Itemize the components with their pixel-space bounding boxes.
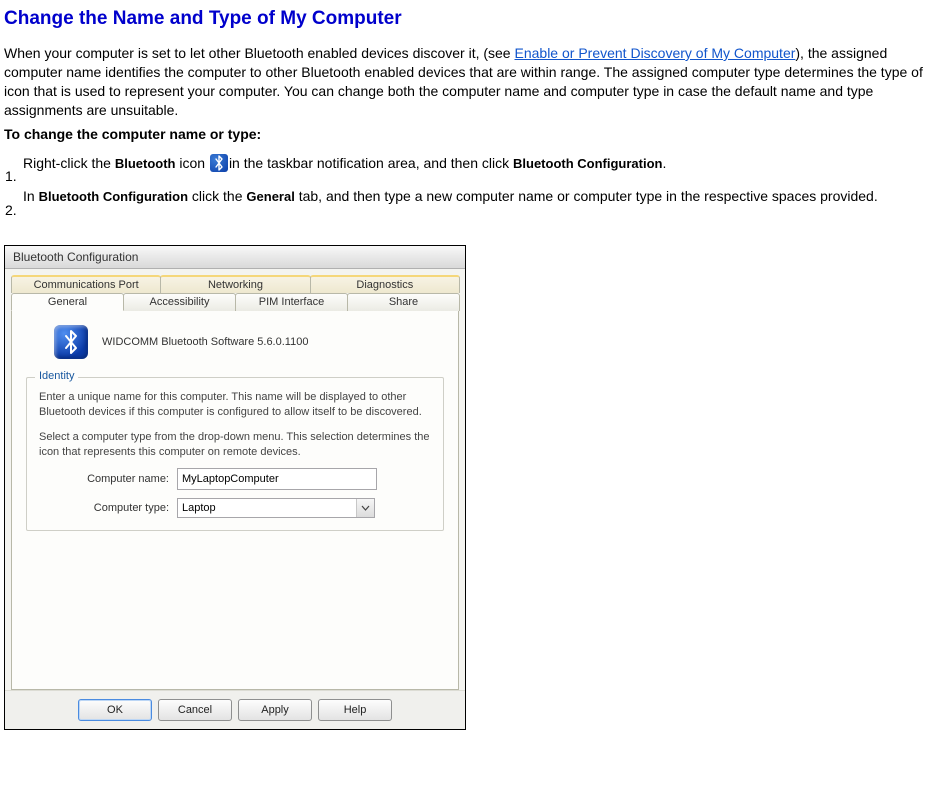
step-text: icon — [175, 155, 208, 171]
step-text: tab, and then type a new computer name o… — [295, 188, 878, 204]
apply-button[interactable]: Apply — [238, 699, 312, 721]
cancel-button[interactable]: Cancel — [158, 699, 232, 721]
general-tab-panel: WIDCOMM Bluetooth Software 5.6.0.1100 Id… — [11, 311, 459, 690]
identity-help-2: Select a computer type from the drop-dow… — [39, 430, 431, 460]
step-text: click the — [188, 188, 246, 204]
tab-networking[interactable]: Networking — [160, 275, 310, 293]
software-version-label: WIDCOMM Bluetooth Software 5.6.0.1100 — [102, 336, 308, 348]
identity-legend: Identity — [35, 370, 78, 382]
tab-communications-port[interactable]: Communications Port — [11, 275, 161, 293]
tab-share[interactable]: Share — [347, 293, 460, 311]
step-1-text: Right-click the Bluetooth icon in the ta… — [22, 152, 941, 186]
ok-button[interactable]: OK — [78, 699, 152, 721]
help-button[interactable]: Help — [318, 699, 392, 721]
step-2-text: In Bluetooth Configuration click the Gen… — [22, 185, 941, 219]
step-text: In — [23, 188, 39, 204]
tab-pim-interface[interactable]: PIM Interface — [235, 293, 348, 311]
bluetooth-configuration-label: Bluetooth Configuration — [513, 156, 662, 171]
tab-general[interactable]: General — [11, 293, 124, 311]
computer-type-value: Laptop — [182, 502, 216, 514]
intro-text-before: When your computer is set to let other B… — [4, 45, 515, 61]
computer-type-label: Computer type: — [39, 502, 169, 514]
step-number: 2. — [4, 185, 22, 219]
tab-diagnostics[interactable]: Diagnostics — [310, 275, 460, 293]
step-text: in the taskbar notification area, and th… — [229, 155, 513, 171]
dialog-button-bar: OK Cancel Apply Help — [5, 690, 465, 729]
bluetooth-configuration-label: Bluetooth Configuration — [39, 189, 188, 204]
step-text: . — [662, 155, 666, 171]
general-tab-label: General — [246, 189, 294, 204]
identity-groupbox: Identity Enter a unique name for this co… — [26, 377, 444, 530]
bluetooth-configuration-dialog: Bluetooth Configuration Communications P… — [4, 245, 466, 730]
computer-type-select[interactable]: Laptop — [177, 498, 375, 518]
bluetooth-tray-icon — [210, 154, 228, 172]
page-title: Change the Name and Type of My Computer — [4, 8, 941, 30]
steps-list: 1. Right-click the Bluetooth icon in the… — [4, 152, 941, 220]
enable-discovery-link[interactable]: Enable or Prevent Discovery of My Comput… — [515, 45, 796, 61]
identity-help-1: Enter a unique name for this computer. T… — [39, 390, 431, 420]
chevron-down-icon[interactable] — [356, 499, 374, 517]
bluetooth-logo-icon — [54, 325, 88, 359]
computer-name-input[interactable] — [177, 468, 377, 490]
step-number: 1. — [4, 152, 22, 186]
tab-accessibility[interactable]: Accessibility — [123, 293, 236, 311]
procedure-heading: To change the computer name or type: — [4, 126, 941, 142]
intro-paragraph: When your computer is set to let other B… — [4, 44, 941, 120]
dialog-titlebar: Bluetooth Configuration — [5, 246, 465, 269]
bluetooth-label: Bluetooth — [115, 156, 176, 171]
computer-name-label: Computer name: — [39, 473, 169, 485]
tab-strip: Communications Port Networking Diagnosti… — [5, 269, 465, 690]
step-text: Right-click the — [23, 155, 115, 171]
